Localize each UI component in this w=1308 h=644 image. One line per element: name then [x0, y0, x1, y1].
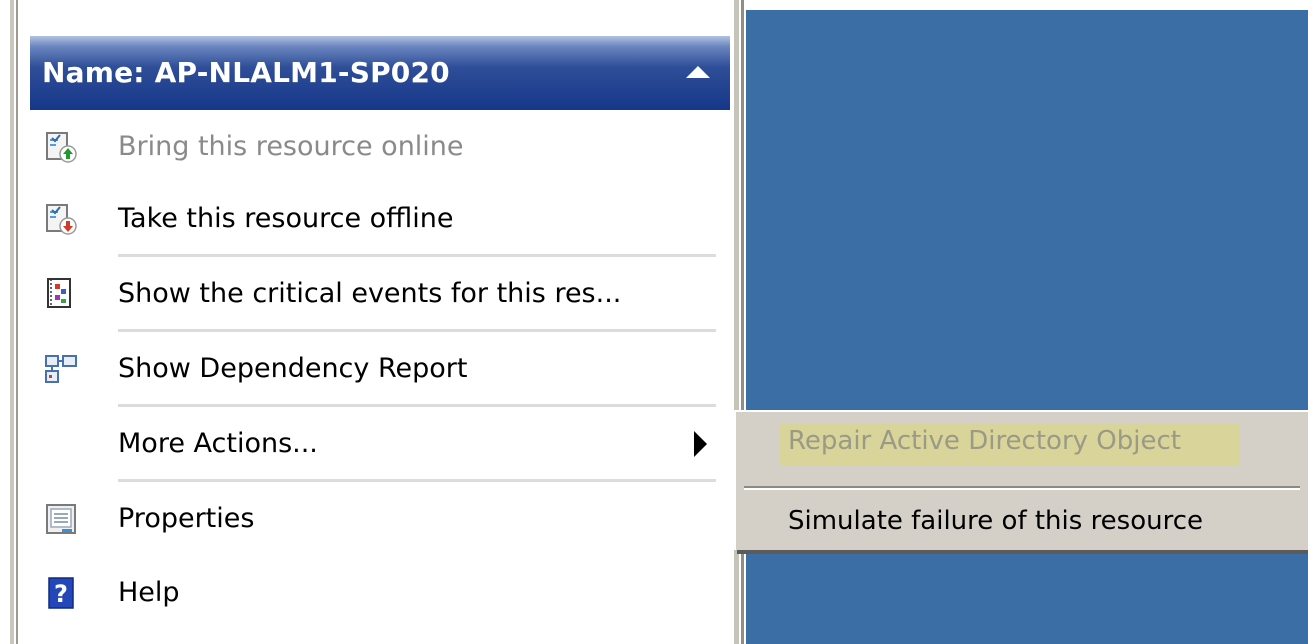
dependency-report-icon: [45, 355, 77, 383]
submenu-arrow-icon: [694, 431, 707, 457]
svg-text:?: ?: [54, 580, 68, 608]
action-label: Show Dependency Report: [118, 353, 468, 384]
menu-item-repair-ad-object[interactable]: Repair Active Directory Object: [736, 412, 1308, 470]
frame-border: [10, 0, 14, 644]
action-help[interactable]: ? Help: [30, 556, 716, 630]
take-offline-icon: [46, 204, 77, 235]
properties-icon: [46, 504, 76, 534]
action-label: Help: [118, 577, 180, 608]
action-label: Take this resource offline: [118, 203, 454, 234]
actions-header[interactable]: Name: AP-NLALM1-SP020: [30, 36, 730, 110]
action-show-dependency-report[interactable]: Show Dependency Report: [30, 332, 716, 406]
actions-header-title: Name: AP-NLALM1-SP020: [42, 56, 450, 89]
action-label: Show the critical events for this res...: [118, 278, 622, 309]
frame-border-shadow: [16, 0, 18, 644]
action-show-critical-events[interactable]: Show the critical events for this res...: [30, 257, 716, 331]
critical-events-icon: [47, 278, 71, 308]
menu-separator: [744, 486, 1300, 490]
action-bring-online[interactable]: Bring this resource online: [30, 110, 716, 184]
collapse-up-icon[interactable]: [686, 66, 710, 78]
action-take-offline[interactable]: Take this resource offline: [30, 182, 716, 256]
menu-item-label: Simulate failure of this resource: [788, 506, 1204, 536]
action-label: More Actions...: [118, 428, 318, 459]
help-icon: ?: [48, 577, 74, 609]
more-actions-submenu: Repair Active Directory Object Simulate …: [734, 410, 1308, 550]
window-left-frame: [0, 0, 30, 644]
menu-item-label: Repair Active Directory Object: [788, 426, 1181, 456]
action-properties[interactable]: Properties: [30, 482, 716, 556]
bring-online-icon: [46, 132, 77, 163]
action-more-actions[interactable]: More Actions...: [30, 407, 716, 481]
actions-pane: Name: AP-NLALM1-SP020 Bring this resourc…: [30, 0, 730, 644]
menu-item-simulate-failure[interactable]: Simulate failure of this resource: [736, 492, 1308, 550]
action-label: Bring this resource online: [118, 131, 464, 162]
action-label: Properties: [118, 503, 255, 534]
